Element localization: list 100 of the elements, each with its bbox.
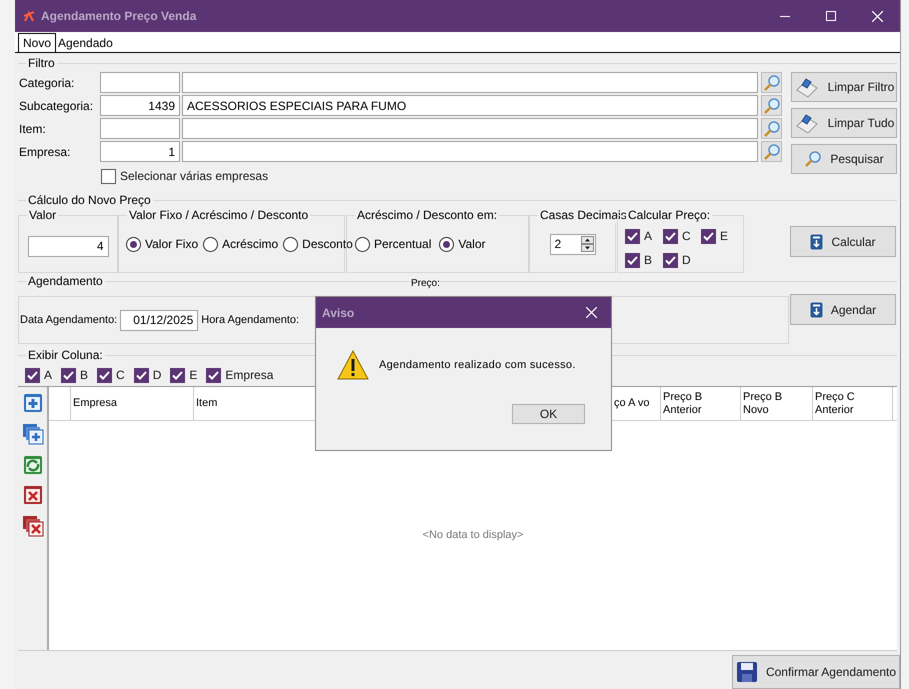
add-icon[interactable] xyxy=(22,393,42,413)
checkbox-label: D xyxy=(682,252,691,269)
delete-multiple-icon[interactable] xyxy=(22,515,44,537)
column-checkbox[interactable]: B xyxy=(61,366,88,384)
calculator-icon xyxy=(810,302,823,318)
ok-button[interactable]: OK xyxy=(512,404,585,424)
value-field[interactable]: 4 xyxy=(28,236,108,256)
column-header[interactable]: ço A vo xyxy=(614,397,650,410)
column-header[interactable]: Preço C Anterior xyxy=(815,390,890,416)
lookup-button[interactable] xyxy=(761,72,782,93)
radio-label: Percentual xyxy=(374,236,432,253)
radio-button[interactable] xyxy=(283,236,298,252)
price-checkbox[interactable]: A xyxy=(625,227,663,245)
checkbox-label: A xyxy=(644,228,652,245)
radio-option[interactable]: Acréscimo xyxy=(203,235,278,253)
checkbox[interactable] xyxy=(206,368,222,382)
code-field[interactable] xyxy=(100,118,180,139)
warning-icon xyxy=(337,350,369,380)
radio-option[interactable]: Percentual xyxy=(355,235,432,253)
column-checkbox[interactable]: A xyxy=(25,366,52,384)
checkbox[interactable] xyxy=(134,368,149,382)
checkbox-label: E xyxy=(189,367,198,384)
field-label: Empresa: xyxy=(19,144,72,160)
eraser-icon xyxy=(794,112,820,134)
delete-icon[interactable] xyxy=(22,485,42,505)
radio-option[interactable]: Valor xyxy=(439,235,486,253)
radio-option[interactable]: Desconto xyxy=(283,235,353,253)
column-checkbox[interactable]: C xyxy=(97,366,125,384)
description-field[interactable] xyxy=(182,72,758,93)
radio-button[interactable] xyxy=(355,236,370,252)
description-field[interactable] xyxy=(182,141,758,162)
calculate-button[interactable]: Calcular xyxy=(790,226,896,257)
price-checkbox[interactable]: B xyxy=(625,251,663,269)
group-title: Calcular Preço: xyxy=(626,207,712,223)
dialog-message: Agendamento realizado com sucesso. xyxy=(379,358,576,373)
radio-label: Acréscimo xyxy=(222,236,278,253)
checkbox-label: B xyxy=(80,367,88,384)
checkbox[interactable] xyxy=(97,368,112,382)
group-title: Cálculo do Novo Preço xyxy=(26,192,153,208)
search-icon xyxy=(762,120,780,138)
confirm-button[interactable]: Confirmar Agendamento xyxy=(732,655,900,689)
column-header[interactable]: Item xyxy=(196,397,218,410)
description-field[interactable]: ACESSORIOS ESPECIAIS PARA FUMO xyxy=(182,95,758,116)
search-icon xyxy=(804,150,822,168)
code-field[interactable]: 1439 xyxy=(100,95,180,116)
app-icon xyxy=(23,10,35,22)
column-header[interactable]: Empresa xyxy=(73,397,118,410)
radio-button[interactable] xyxy=(126,236,141,252)
eraser-icon xyxy=(794,76,820,98)
radio-label: Valor xyxy=(458,236,486,253)
date-field[interactable]: 01/12/2025 xyxy=(120,310,198,330)
tab[interactable]: Novo xyxy=(18,33,56,52)
code-field[interactable] xyxy=(100,72,180,93)
checkbox-label: Empresa xyxy=(225,367,274,384)
toolbar-button[interactable]: Limpar Filtro xyxy=(791,72,897,102)
multi-select-checkbox[interactable]: Selecionar várias empresas xyxy=(101,167,782,185)
code-field[interactable]: 1 xyxy=(100,141,180,162)
radio-option[interactable]: Valor Fixo xyxy=(126,235,198,253)
price-checkbox[interactable]: D xyxy=(663,251,701,269)
toolbar-button[interactable]: Pesquisar xyxy=(791,144,897,174)
field-label: Preço: xyxy=(411,278,440,289)
lookup-button[interactable] xyxy=(761,141,782,162)
checkbox[interactable] xyxy=(170,368,186,382)
checkbox-label: A xyxy=(44,367,52,384)
refresh-icon[interactable] xyxy=(22,455,42,475)
description-field[interactable] xyxy=(182,118,758,139)
radio-button[interactable] xyxy=(203,236,218,252)
column-checkbox[interactable]: D xyxy=(134,366,162,384)
checkbox[interactable] xyxy=(701,228,716,244)
checkbox[interactable] xyxy=(25,368,40,382)
checkbox[interactable] xyxy=(625,252,640,268)
field-label: Item: xyxy=(19,120,47,138)
column-header[interactable]: Preço B Anterior xyxy=(663,390,738,416)
search-icon xyxy=(762,96,780,114)
search-icon xyxy=(762,74,780,92)
column-header[interactable]: Preço B Novo xyxy=(743,390,810,416)
lookup-button[interactable] xyxy=(761,118,782,139)
column-checkbox[interactable]: Empresa xyxy=(206,366,274,384)
checkbox-label: C xyxy=(116,367,125,384)
empty-message: <No data to display> xyxy=(422,528,524,544)
radio-button[interactable] xyxy=(439,236,454,252)
checkbox[interactable] xyxy=(61,368,76,382)
price-checkbox[interactable]: E xyxy=(701,227,739,245)
checkbox[interactable] xyxy=(663,252,678,268)
field-label: Subcategoria: xyxy=(19,98,94,114)
checkbox[interactable] xyxy=(663,228,678,244)
calculator-icon xyxy=(810,234,824,250)
radio-label: Valor Fixo xyxy=(145,236,198,253)
price-checkbox[interactable]: C xyxy=(663,227,701,245)
checkbox[interactable] xyxy=(101,168,116,184)
field-label: Hora Agendamento: xyxy=(201,312,300,328)
lookup-button[interactable] xyxy=(761,95,782,116)
toolbar-button[interactable]: Limpar Tudo xyxy=(791,108,897,138)
column-checkbox[interactable]: E xyxy=(170,366,198,384)
checkbox[interactable] xyxy=(625,228,640,244)
add-multiple-icon[interactable] xyxy=(22,423,44,445)
field-label: Data Agendamento: xyxy=(20,312,118,328)
schedule-button[interactable]: Agendar xyxy=(790,294,896,325)
spin-field[interactable]: 2 xyxy=(550,234,596,254)
checkbox-label: B xyxy=(644,252,652,269)
